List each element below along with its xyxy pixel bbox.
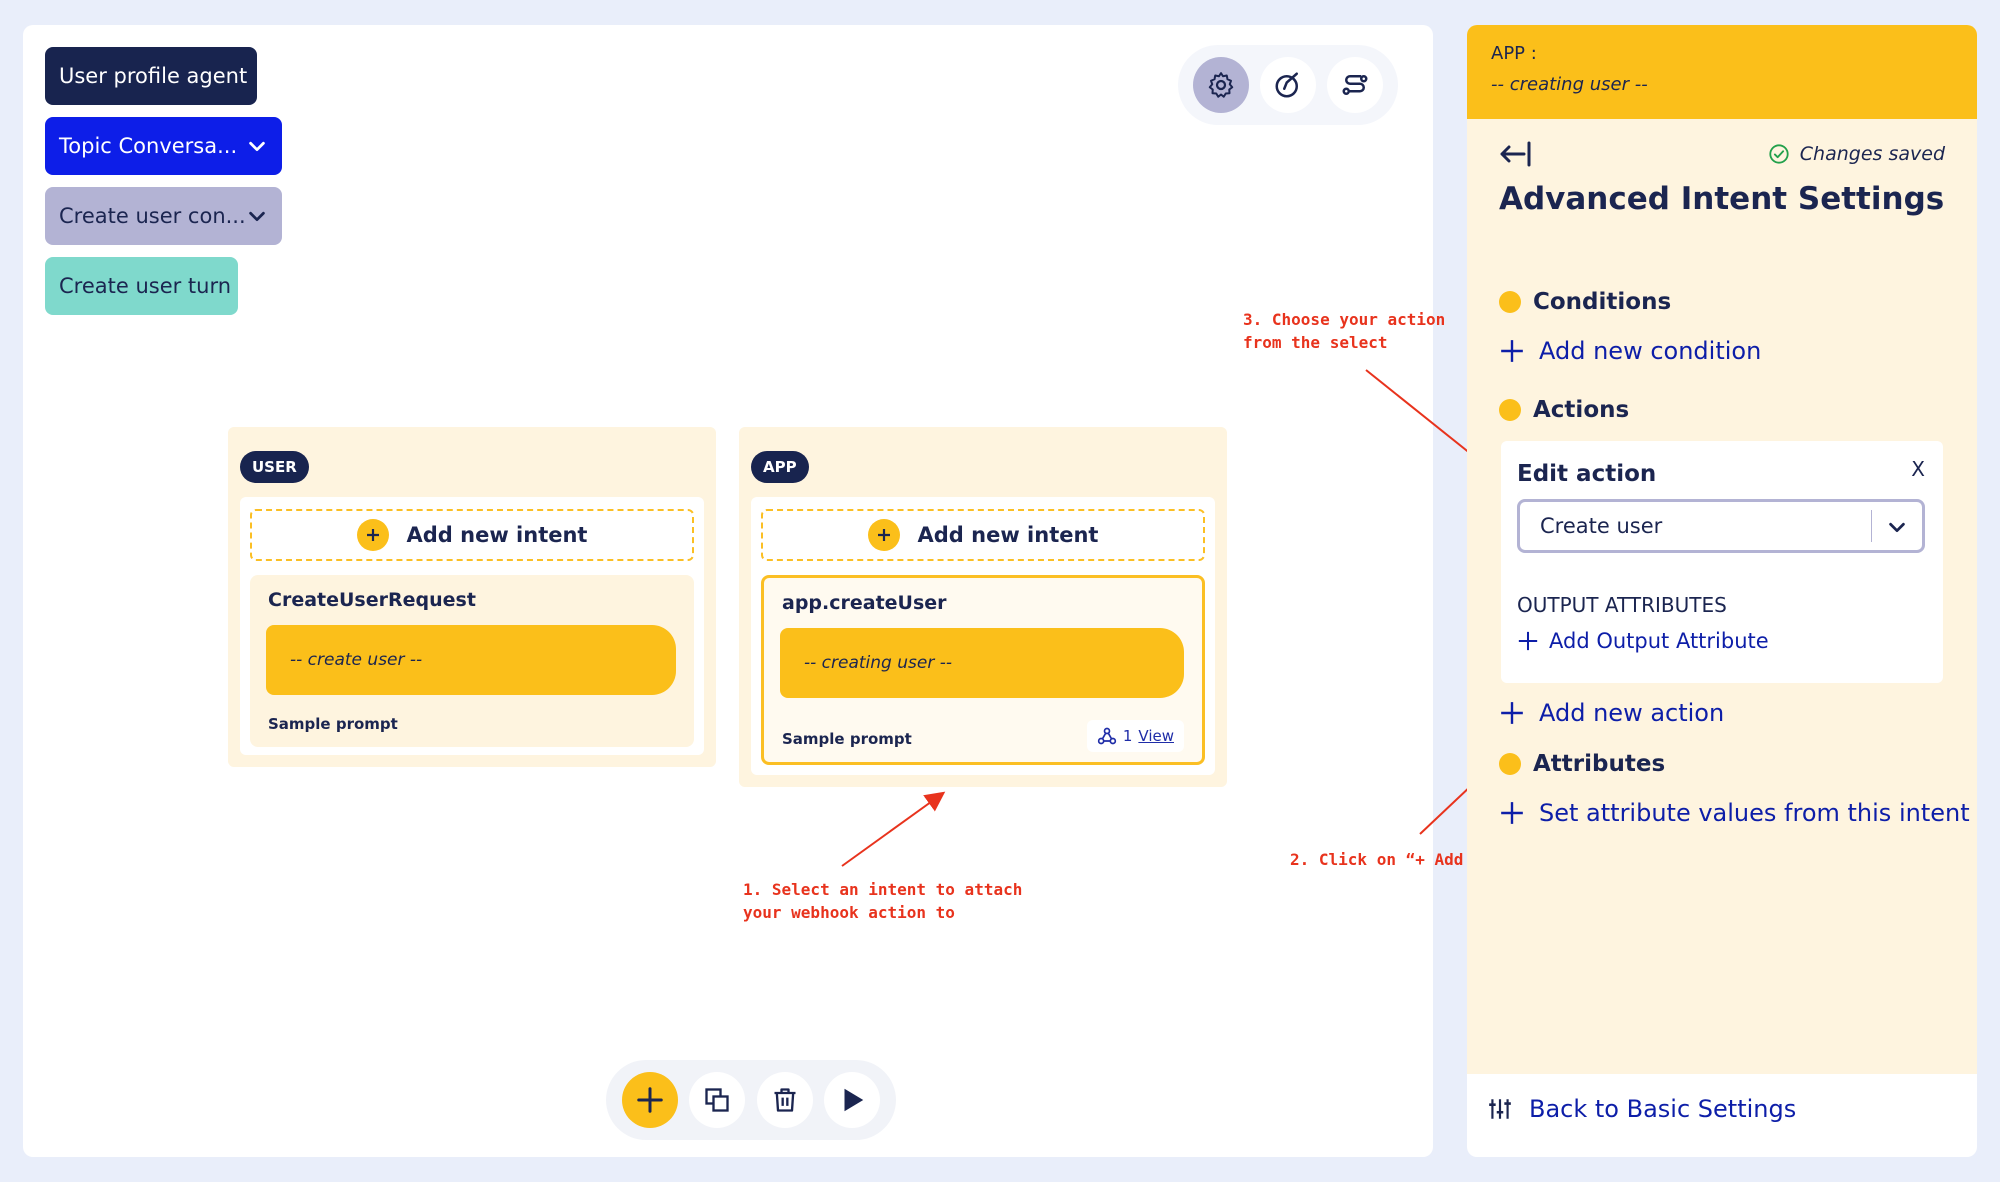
- section-dot-icon: [1499, 753, 1521, 775]
- plus-icon: [1501, 340, 1523, 362]
- set-attribute-values-label: Set attribute values from this intent: [1539, 799, 1970, 827]
- add-output-attribute-button[interactable]: Add Output Attribute: [1517, 629, 1769, 653]
- back-to-basic-settings-button[interactable]: Back to Basic Settings: [1487, 1095, 1796, 1123]
- add-action-label: Add new action: [1539, 699, 1725, 727]
- annotation-step-3: 3. Choose your action from the select: [1243, 310, 1446, 352]
- section-dot-icon: [1499, 291, 1521, 313]
- add-condition-label: Add new condition: [1539, 337, 1762, 365]
- plus-icon: [1518, 631, 1538, 651]
- save-status-label: Changes saved: [1799, 143, 1945, 165]
- edit-action-box: Edit action X Create user OUTPUT ATTRIBU…: [1501, 441, 1943, 683]
- sliders-icon: [1489, 1099, 1511, 1119]
- actions-section: Actions: [1499, 397, 1629, 423]
- attributes-section: Attributes: [1499, 751, 1665, 777]
- check-circle-icon: [1769, 144, 1789, 164]
- close-edit-action-button[interactable]: X: [1911, 457, 1925, 481]
- conditions-heading: Conditions: [1533, 289, 1672, 315]
- annotation-step-1: 1. Select an intent to attach your webho…: [743, 880, 1023, 922]
- action-select-value: Create user: [1540, 514, 1663, 538]
- output-attributes-label: OUTPUT ATTRIBUTES: [1517, 593, 1727, 617]
- panel-body: Changes saved Advanced Intent Settings C…: [1467, 119, 1977, 1074]
- set-attribute-values-button[interactable]: Set attribute values from this intent: [1499, 799, 1970, 827]
- action-select[interactable]: Create user: [1517, 499, 1925, 553]
- edit-action-title: Edit action: [1517, 461, 1657, 487]
- annotation-arrow-1: [841, 791, 946, 867]
- save-status: Changes saved: [1768, 143, 1945, 165]
- section-dot-icon: [1499, 399, 1521, 421]
- collapse-panel-button[interactable]: [1499, 139, 1533, 173]
- attributes-heading: Attributes: [1533, 751, 1666, 777]
- intent-settings-panel: APP : -- creating user -- Changes saved …: [1467, 25, 1977, 1157]
- panel-header-label: APP :: [1491, 43, 1537, 64]
- add-output-attribute-label: Add Output Attribute: [1549, 629, 1769, 653]
- add-condition-button[interactable]: Add new condition: [1499, 337, 1761, 365]
- plus-icon: [1501, 702, 1523, 724]
- back-to-basic-settings-label: Back to Basic Settings: [1529, 1095, 1797, 1123]
- panel-title: Advanced Intent Settings: [1499, 181, 1945, 217]
- actions-heading: Actions: [1533, 397, 1630, 423]
- select-divider: [1871, 510, 1872, 542]
- conditions-section: Conditions: [1499, 289, 1671, 315]
- panel-header-prompt: -- creating user --: [1491, 74, 1648, 95]
- arrow-left-bar-icon: [1500, 141, 1531, 167]
- chevron-down-icon[interactable]: [1886, 516, 1908, 538]
- panel-header: APP : -- creating user --: [1467, 25, 1977, 119]
- plus-icon: [1501, 802, 1523, 824]
- add-action-button[interactable]: Add new action: [1499, 699, 1724, 727]
